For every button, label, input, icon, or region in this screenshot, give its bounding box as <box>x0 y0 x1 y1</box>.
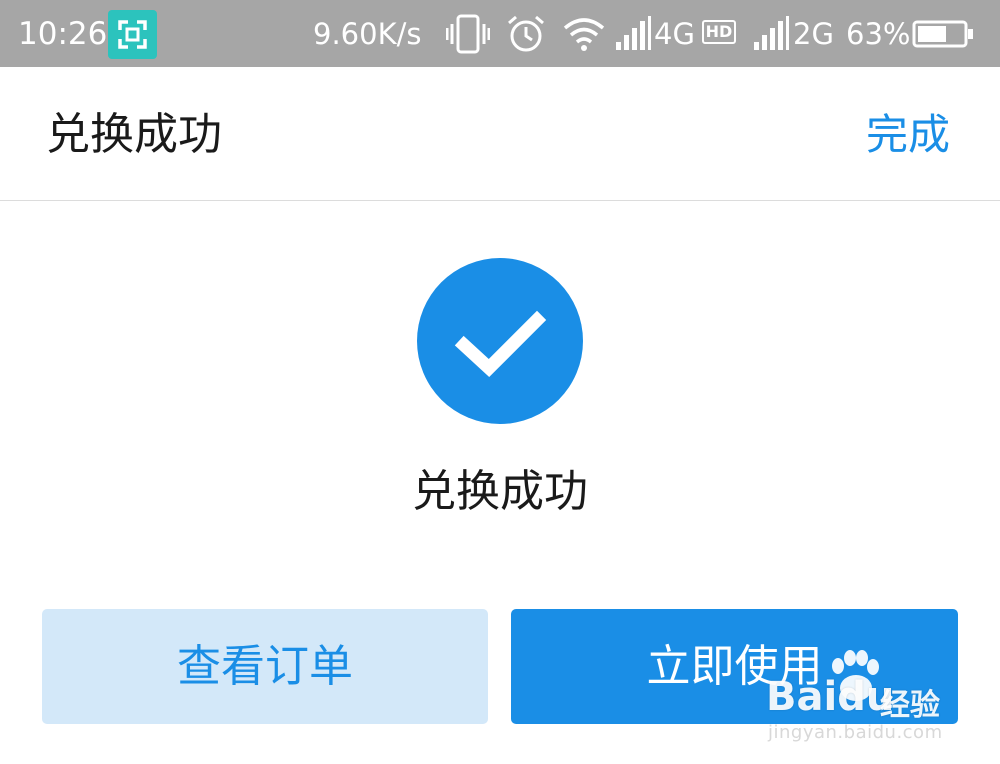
header-bar: 兑换成功 完成 <box>0 67 1000 201</box>
watermark-brand: Baidu <box>766 674 895 720</box>
vibrate-icon <box>445 13 491 59</box>
success-message: 兑换成功 <box>412 466 588 517</box>
baidu-jingyan-watermark: Baidu 经验 jingyan.baidu.com <box>760 650 960 750</box>
watermark-text: 经验 <box>880 688 940 723</box>
battery-icon <box>912 20 974 52</box>
network-type-4g: 4G <box>654 17 695 51</box>
alarm-icon <box>505 13 547 59</box>
battery-percent: 63% <box>846 17 911 51</box>
watermark-url: jingyan.baidu.com <box>768 722 943 743</box>
screen: 10:26 9.60K/s 4G HD 2G 63% 兑换成功 完成 兑换成功 … <box>0 0 1000 764</box>
view-order-button[interactable]: 查看订单 <box>42 609 488 724</box>
screenshot-icon <box>108 10 157 59</box>
signal-icon <box>614 16 652 56</box>
status-time: 10:26 <box>18 16 108 52</box>
status-bar: 10:26 9.60K/s 4G HD 2G 63% <box>0 0 1000 67</box>
status-net-speed: 9.60K/s <box>313 17 422 51</box>
network-type-2g: 2G <box>793 17 834 51</box>
signal-icon-2 <box>752 16 790 56</box>
done-button[interactable]: 完成 <box>866 109 950 161</box>
wifi-icon <box>562 13 606 59</box>
check-circle-icon <box>417 258 583 424</box>
hd-badge: HD <box>702 20 736 44</box>
page-title: 兑换成功 <box>46 109 222 160</box>
